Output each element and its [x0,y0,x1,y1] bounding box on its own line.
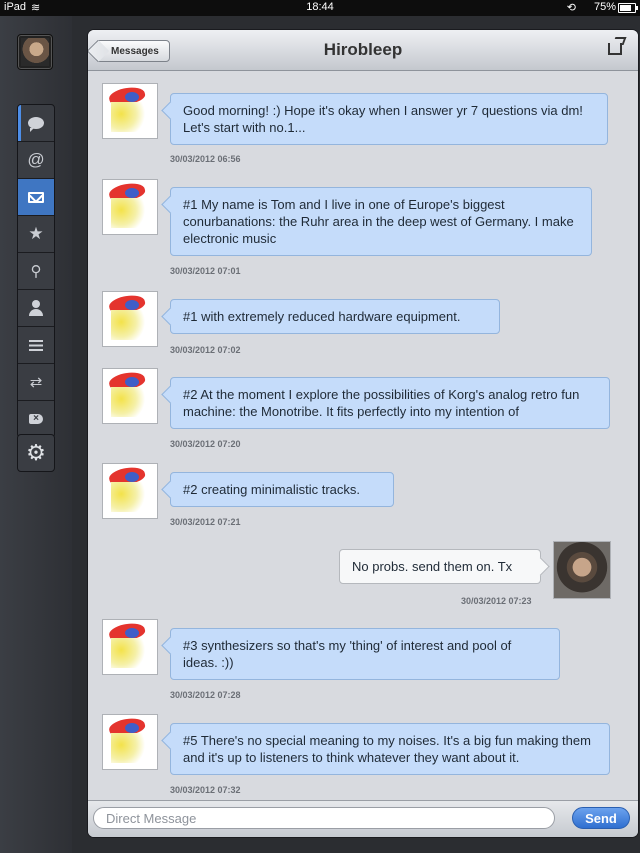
gear-icon: ⚙ [26,440,46,465]
message-bubble-outgoing[interactable]: No probs. send them on. Tx [339,549,541,584]
sender-avatar[interactable] [102,619,158,675]
message-bubble[interactable]: #1 with extremely reduced hardware equip… [170,299,500,334]
sidebar-item-lists[interactable] [18,327,54,364]
sender-avatar[interactable] [102,179,158,235]
list-icon [29,339,43,351]
retweet-icon: ⇄ [29,374,43,391]
message-bubble[interactable]: #5 There's no special meaning to my nois… [170,723,610,775]
message-bubble[interactable]: #1 My name is Tom and I live in one of E… [170,187,592,256]
message-bubble[interactable]: #2 At the moment I explore the possibili… [170,377,610,429]
account-avatar[interactable] [17,34,53,70]
sender-avatar[interactable] [102,83,158,139]
sidebar-item-messages[interactable] [18,179,54,216]
search-icon: ⚲ [30,263,42,280]
message-timestamp: 30/03/2012 07:23 [461,596,532,606]
my-avatar[interactable] [553,541,611,599]
settings-button[interactable]: ⚙ [17,434,55,472]
rotation-lock-icon: ⟲ [566,2,576,14]
sidebar-nav: @ ★ ⚲ ⇄ × [17,104,55,438]
person-icon [29,300,43,316]
sidebar-item-retweets[interactable]: ⇄ [18,364,54,401]
at-sign-icon: @ [27,150,45,169]
sidebar-item-search[interactable]: ⚲ [18,253,54,290]
envelope-icon [28,191,44,203]
conversation-panel: Messages Hirobleep Good morning! :) Hope… [88,30,638,837]
battery-icon [618,3,638,13]
sender-avatar[interactable] [102,714,158,770]
page-title: Hirobleep [323,40,403,59]
direct-message-input[interactable] [93,807,555,829]
sidebar-item-timeline[interactable] [18,105,54,142]
message-composer: Send [88,800,638,837]
sidebar-item-favorites[interactable]: ★ [18,216,54,253]
sidebar-item-profile[interactable] [18,290,54,327]
message-thread[interactable]: Good morning! :) Hope it's okay when I a… [88,71,638,801]
message-timestamp: 30/03/2012 06:56 [170,154,241,164]
message-bubble[interactable]: #3 synthesizers so that's my 'thing' of … [170,628,560,680]
send-button[interactable]: Send [572,807,630,829]
message-bubble[interactable]: Good morning! :) Hope it's okay when I a… [170,93,608,145]
message-timestamp: 30/03/2012 07:20 [170,439,241,449]
message-timestamp: 30/03/2012 07:02 [170,345,241,355]
conversation-header: Messages Hirobleep [88,30,638,71]
sender-avatar[interactable] [102,368,158,424]
share-icon[interactable] [608,43,622,55]
clock: 18:44 [306,1,334,13]
message-timestamp: 30/03/2012 07:28 [170,690,241,700]
sender-avatar[interactable] [102,291,158,347]
sender-avatar[interactable] [102,463,158,519]
sidebar: @ ★ ⚲ ⇄ × ⚙ [0,16,72,853]
battery-percent: 75% [593,1,616,13]
star-icon: ★ [28,224,44,243]
message-bubble[interactable]: #2 creating minimalistic tracks. [170,472,394,507]
message-timestamp: 30/03/2012 07:32 [170,785,241,795]
message-timestamp: 30/03/2012 07:21 [170,517,241,527]
delete-icon: × [29,414,43,424]
sidebar-item-drafts[interactable]: × [18,401,54,437]
sidebar-item-mentions[interactable]: @ [18,142,54,179]
message-timestamp: 30/03/2012 07:01 [170,266,241,276]
speech-bubble-icon [28,117,44,132]
status-bar: iPad ≋ 18:44 ⟲ 75% [0,0,640,16]
